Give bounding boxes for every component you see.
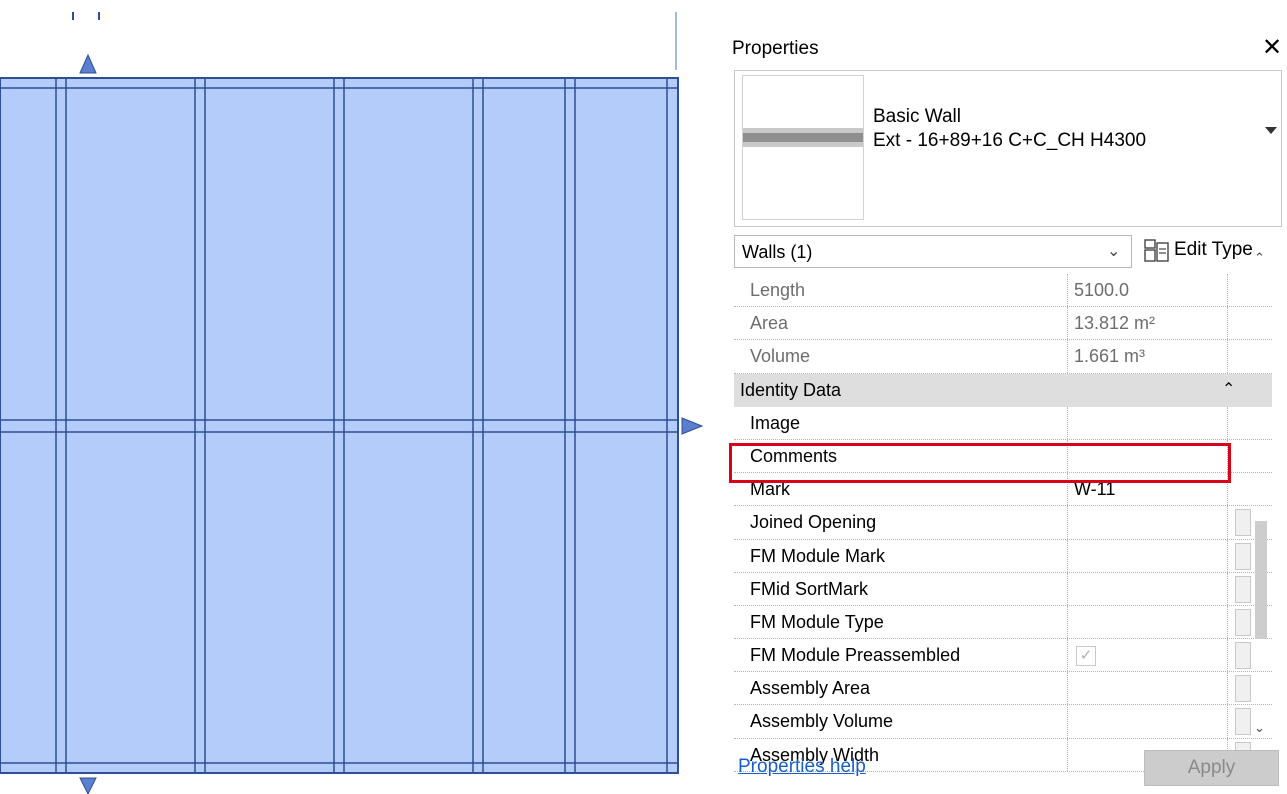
property-name: FMid SortMark <box>734 572 1068 605</box>
drawing-canvas[interactable] <box>0 0 705 794</box>
table-row[interactable]: FM Module Preassembled ✓ <box>734 639 1272 673</box>
property-value: 13.812 m² <box>1068 307 1228 340</box>
property-value: 5100.0 <box>1068 274 1228 307</box>
properties-help-link[interactable]: Properties help <box>738 756 866 778</box>
table-row[interactable]: Assembly Volume <box>734 705 1272 739</box>
property-value[interactable] <box>1068 406 1228 439</box>
property-name: FM Module Preassembled <box>734 639 1068 672</box>
chevron-down-icon[interactable]: ⌄ <box>1107 241 1120 261</box>
property-name: Assembly Area <box>734 672 1068 705</box>
table-row[interactable]: Comments <box>734 439 1272 474</box>
property-name: Comments <box>734 439 1068 473</box>
property-value[interactable] <box>1068 539 1228 572</box>
associate-parameter-button[interactable] <box>1235 542 1251 570</box>
associate-parameter-button[interactable] <box>1235 608 1251 636</box>
flip-down-arrow[interactable] <box>79 777 97 794</box>
type-name: Ext - 16+89+16 C+C_CH H4300 <box>873 130 1147 151</box>
drag-end-arrow[interactable] <box>681 417 704 435</box>
properties-palette: Properties ✕ Basic Wall Ext - 16+89+16 C… <box>722 30 1287 794</box>
property-value[interactable] <box>1068 506 1228 539</box>
associate-parameter-button[interactable] <box>1235 675 1251 703</box>
property-name: Area <box>734 307 1068 340</box>
property-name: Image <box>734 406 1068 439</box>
table-row[interactable]: Joined Opening <box>734 506 1272 540</box>
property-name: Volume <box>734 340 1068 373</box>
property-value[interactable] <box>1068 439 1228 473</box>
associate-parameter-button[interactable] <box>1235 509 1251 537</box>
property-name: FM Module Mark <box>734 539 1068 572</box>
type-family: Basic Wall <box>873 106 961 127</box>
scroll-thumb[interactable] <box>1255 521 1267 639</box>
table-row-mark[interactable]: Mark W-11 <box>734 473 1272 507</box>
property-value: 1.661 m³ <box>1068 340 1228 373</box>
properties-grid: Length 5100.0 Area 13.812 m² Volume 1.66… <box>734 274 1272 772</box>
wall-elevation[interactable] <box>0 0 705 794</box>
table-row[interactable]: Assembly Area <box>734 672 1272 706</box>
instance-filter-dropdown[interactable]: Walls (1) ⌄ <box>734 235 1132 268</box>
group-label: Identity Data <box>740 379 842 400</box>
table-row[interactable]: FM Module Mark <box>734 539 1272 573</box>
group-header-identity-data[interactable]: Identity Data ⌃ <box>734 373 1272 407</box>
property-name: FM Module Type <box>734 605 1068 639</box>
flip-up-arrow[interactable] <box>79 53 97 74</box>
preassembled-checkbox[interactable]: ✓ <box>1076 646 1096 667</box>
associate-parameter-button[interactable] <box>1235 575 1251 603</box>
wall-panel[interactable] <box>0 77 679 774</box>
type-selector[interactable]: Basic Wall Ext - 16+89+16 C+C_CH H4300 <box>734 70 1282 227</box>
table-row: Length 5100.0 <box>734 274 1272 308</box>
property-name: Joined Opening <box>734 506 1068 539</box>
dropdown-arrow-icon[interactable] <box>1265 127 1277 134</box>
property-name: Assembly Volume <box>734 705 1068 738</box>
instance-filter-label: Walls (1) <box>742 242 813 262</box>
table-row[interactable]: FMid SortMark <box>734 572 1272 606</box>
type-preview-image <box>742 75 864 220</box>
associate-parameter-button[interactable] <box>1235 708 1251 736</box>
scroll-up-icon[interactable]: ⌃ <box>1254 250 1265 266</box>
property-value[interactable] <box>1068 705 1228 738</box>
scroll-down-icon[interactable]: ⌄ <box>1254 720 1265 736</box>
property-name: Mark <box>734 473 1068 506</box>
apply-button[interactable]: Apply <box>1144 750 1279 786</box>
property-value[interactable] <box>1068 672 1228 705</box>
table-row: Area 13.812 m² <box>734 307 1272 341</box>
property-value[interactable] <box>1068 572 1228 605</box>
edit-type-icon <box>1144 239 1169 262</box>
close-icon[interactable]: ✕ <box>1262 36 1282 60</box>
table-row[interactable]: Image <box>734 406 1272 440</box>
associate-parameter-button[interactable] <box>1235 642 1251 670</box>
table-row[interactable]: FM Module Type <box>734 605 1272 640</box>
edit-type-label: Edit Type <box>1174 239 1253 260</box>
palette-title: Properties <box>732 38 819 59</box>
table-row: Volume 1.661 m³ <box>734 340 1272 374</box>
property-value[interactable] <box>1068 605 1228 639</box>
property-name: Length <box>734 274 1068 307</box>
mark-value-field[interactable]: W-11 <box>1068 473 1228 506</box>
collapse-icon[interactable]: ⌃ <box>1222 374 1235 406</box>
properties-scrollbar[interactable]: ⌃ ⌄ <box>1250 246 1272 746</box>
